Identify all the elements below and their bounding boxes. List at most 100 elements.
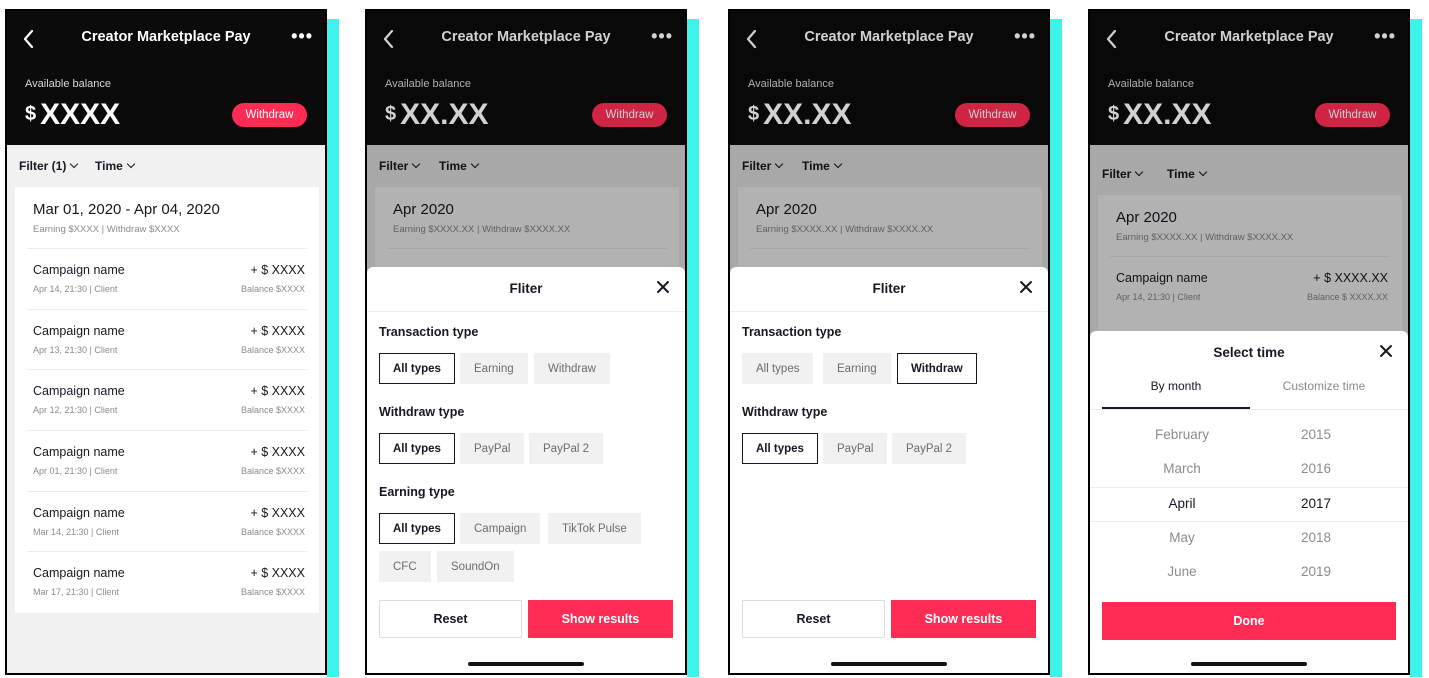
chip-earning-soundon[interactable]: SoundOn xyxy=(437,551,514,582)
more-options-icon[interactable]: ••• xyxy=(291,26,313,47)
earning-type-title: Earning type xyxy=(379,485,455,499)
balance-amount: XXXX xyxy=(40,98,121,131)
transaction-row[interactable]: Campaign name Apr 13, 21:30 | Client + $… xyxy=(27,310,307,371)
chip-withdraw-paypal[interactable]: PayPal xyxy=(823,433,888,464)
chip-transaction-withdraw[interactable]: Withdraw xyxy=(534,353,610,384)
year-option-selected: 2017 xyxy=(1300,496,1332,511)
transaction-amount: + $ XXXX xyxy=(250,505,305,520)
year-option: 2015 xyxy=(1300,427,1332,442)
transaction-row[interactable]: Campaign name Apr 01, 21:30 | Client + $… xyxy=(27,431,307,492)
overlay-header xyxy=(730,11,1048,145)
campaign-name: Campaign name xyxy=(33,566,125,581)
filter-bar: Filter (1) Time xyxy=(7,145,325,187)
date-range-header: Mar 01, 2020 - Apr 04, 2020 Earning $XXX… xyxy=(27,187,307,249)
withdraw-button[interactable]: Withdraw xyxy=(232,103,307,127)
picker-row[interactable]: February 2015 xyxy=(1090,427,1408,461)
date-range-summary: Earning $XXXX | Withdraw $XXXX xyxy=(33,224,180,235)
sheet-title: Fliter xyxy=(872,281,906,296)
chip-earning-campaign[interactable]: Campaign xyxy=(460,513,541,544)
header: Creator Marketplace Pay ••• Available ba… xyxy=(7,11,325,145)
transaction-balance: Balance $XXXX xyxy=(240,587,305,598)
transaction-balance: Balance $XXXX xyxy=(240,526,305,537)
filter-sheet: Fliter Transaction type All types Earnin… xyxy=(730,267,1048,673)
month-option-selected: April xyxy=(1168,496,1196,511)
time-tabs: By month Customize time xyxy=(1102,379,1408,409)
sheet-title: Select time xyxy=(1213,345,1285,360)
withdraw-type-title: Withdraw type xyxy=(379,405,465,419)
chip-withdraw-paypal2[interactable]: PayPal 2 xyxy=(892,433,967,464)
transaction-meta: Apr 12, 21:30 | Client xyxy=(33,405,118,416)
date-range-title: Mar 01, 2020 - Apr 04, 2020 xyxy=(33,201,220,218)
overlay-header xyxy=(367,11,685,145)
chip-withdraw-paypal[interactable]: PayPal xyxy=(460,433,525,464)
home-indicator xyxy=(831,662,947,666)
page-title: Creator Marketplace Pay xyxy=(81,29,251,45)
transaction-row[interactable]: Campaign name Apr 14, 21:30 | Client + $… xyxy=(27,249,307,310)
transaction-meta: Mar 14, 21:30 | Client xyxy=(33,526,119,537)
month-option: February xyxy=(1154,427,1210,442)
transaction-balance: Balance $XXXX xyxy=(240,405,305,416)
phone-frame: Creator Marketplace Pay ••• Available ba… xyxy=(5,9,327,675)
transaction-balance: Balance $XXXX xyxy=(240,466,305,477)
phone-frame: Creator Marketplace Pay ••• Available ba… xyxy=(728,9,1050,675)
chevron-down-icon xyxy=(70,159,79,169)
filter-label: Filter (1) xyxy=(19,159,67,173)
chip-transaction-earning[interactable]: Earning xyxy=(460,353,528,384)
transaction-card: Mar 01, 2020 - Apr 04, 2020 Earning $XXX… xyxy=(15,187,319,613)
chip-transaction-withdraw[interactable]: Withdraw xyxy=(897,353,977,384)
picker-row[interactable]: March 2016 xyxy=(1090,461,1408,495)
campaign-name: Campaign name xyxy=(33,505,125,520)
close-icon[interactable] xyxy=(655,279,671,295)
withdraw-type-title: Withdraw type xyxy=(742,405,828,419)
phone-frame: Creator Marketplace Pay ••• Available ba… xyxy=(1088,9,1410,675)
year-option: 2018 xyxy=(1300,530,1332,545)
transaction-meta: Mar 17, 21:30 | Client xyxy=(33,587,119,598)
balance-value: $ XXXX xyxy=(25,98,120,132)
tab-customize-time[interactable]: Customize time xyxy=(1250,379,1398,393)
close-icon[interactable] xyxy=(1378,343,1394,359)
chip-withdraw-all[interactable]: All types xyxy=(379,433,455,464)
filter-dropdown[interactable]: Filter (1) xyxy=(19,159,79,173)
accent-bar xyxy=(1050,19,1062,677)
transaction-row[interactable]: Campaign name Mar 14, 21:30 | Client + $… xyxy=(27,492,307,553)
chip-transaction-all[interactable]: All types xyxy=(379,353,455,384)
transaction-meta: Apr 13, 21:30 | Client xyxy=(33,344,118,355)
chip-earning-cfc[interactable]: CFC xyxy=(379,551,431,582)
transaction-amount: + $ XXXX xyxy=(250,445,305,460)
picker-row-selected[interactable]: April 2017 xyxy=(1090,496,1408,530)
transaction-row[interactable]: Campaign name Apr 12, 21:30 | Client + $… xyxy=(27,370,307,432)
transaction-amount: + $ XXXX xyxy=(250,384,305,399)
chip-transaction-earning[interactable]: Earning xyxy=(823,353,891,384)
chip-earning-tiktok-pulse[interactable]: TikTok Pulse xyxy=(548,513,641,544)
balance-label: Available balance xyxy=(25,78,112,90)
time-dropdown[interactable]: Time xyxy=(95,159,136,173)
campaign-name: Campaign name xyxy=(33,323,125,338)
reset-button[interactable]: Reset xyxy=(379,600,522,638)
close-icon[interactable] xyxy=(1018,279,1034,295)
chip-transaction-all[interactable]: All types xyxy=(742,353,814,384)
home-indicator xyxy=(1191,662,1307,666)
show-results-button[interactable]: Show results xyxy=(891,600,1036,638)
chip-withdraw-all[interactable]: All types xyxy=(742,433,818,464)
picker-row[interactable]: June 2019 xyxy=(1090,564,1408,598)
reset-button[interactable]: Reset xyxy=(742,600,885,638)
show-results-button[interactable]: Show results xyxy=(528,600,673,638)
month-option: May xyxy=(1169,530,1195,545)
picker-row[interactable]: May 2018 xyxy=(1090,530,1408,564)
campaign-name: Campaign name xyxy=(33,263,125,277)
transaction-row[interactable]: Campaign name Mar 17, 21:30 | Client + $… xyxy=(27,552,307,613)
chip-earning-all[interactable]: All types xyxy=(379,513,455,544)
divider xyxy=(1090,409,1408,410)
filter-sheet: Fliter Transaction type All types Earnin… xyxy=(367,267,685,673)
tab-by-month[interactable]: By month xyxy=(1102,379,1250,393)
campaign-name: Campaign name xyxy=(33,384,125,399)
done-button[interactable]: Done xyxy=(1102,602,1396,640)
transaction-balance: Balance $XXXX xyxy=(240,344,305,355)
transaction-amount: + $ XXXX xyxy=(250,263,305,277)
transaction-type-title: Transaction type xyxy=(742,325,842,339)
transaction-amount: + $ XXXX xyxy=(250,566,305,581)
transaction-meta: Apr 14, 21:30 | Client xyxy=(33,284,118,294)
chip-withdraw-paypal2[interactable]: PayPal 2 xyxy=(529,433,604,464)
transaction-type-title: Transaction type xyxy=(379,325,479,339)
year-option: 2019 xyxy=(1300,564,1332,579)
